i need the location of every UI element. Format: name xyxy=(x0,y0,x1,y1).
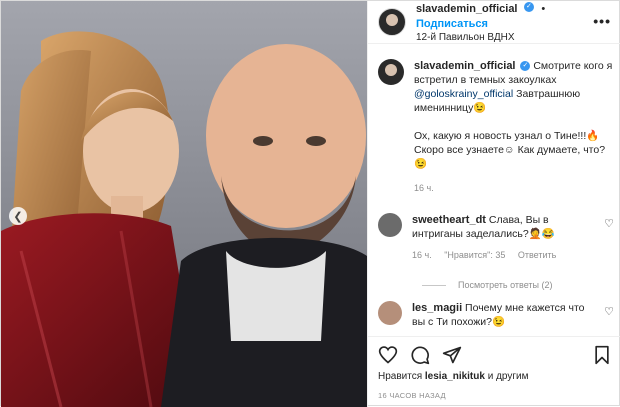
action-bar xyxy=(368,336,620,371)
comment-likes[interactable]: "Нравится": 35 xyxy=(444,250,505,260)
avatar[interactable] xyxy=(378,8,406,36)
post-photo[interactable]: ❮ xyxy=(1,1,367,407)
caption-avatar[interactable] xyxy=(378,59,404,85)
post-timestamp[interactable]: 16 ЧАСОВ НАЗАД xyxy=(378,391,446,400)
comment-heart-icon[interactable]: ♡ xyxy=(604,217,614,230)
likes-prefix: Нравится xyxy=(378,371,425,382)
comment-avatar[interactable] xyxy=(378,213,402,237)
caption-text-5: Как думаете, что? xyxy=(514,144,606,156)
divider xyxy=(422,284,446,286)
caption: slavademin_official ✓ Смотрите кого я вс… xyxy=(378,59,614,195)
caption-text-4: Скоро все узнаете xyxy=(414,144,504,156)
post-sidebar: slavademin_official ✓ • Подписаться 12-й… xyxy=(367,1,620,407)
header-username[interactable]: slavademin_official xyxy=(416,3,518,15)
verified-icon: ✓ xyxy=(520,61,531,72)
view-replies[interactable]: Посмотреть ответы (2) xyxy=(422,280,553,290)
likes-user[interactable]: lesia_nikituk xyxy=(425,371,485,382)
photo-illustration xyxy=(1,1,367,407)
caption-emoji-4: 😉 xyxy=(414,158,428,170)
caption-emoji-2: 🔥 xyxy=(586,130,600,142)
comment-text: sweetheart_dt Слава, Вы в интриганы заде… xyxy=(412,213,587,262)
reply-button[interactable]: Ответить xyxy=(518,250,556,260)
caption-text-3: Ох, какую я новость узнал о Тине!!! xyxy=(414,130,587,142)
comment-2: les_magii Почему мне кажется что вы с Ти… xyxy=(378,301,614,329)
heart-icon[interactable] xyxy=(378,345,398,365)
comment-emoji: 🤦😂 xyxy=(528,228,555,240)
likes-line: Нравится lesia_nikituk и другим xyxy=(378,371,528,382)
comment-avatar[interactable] xyxy=(378,301,402,325)
comment-icon[interactable] xyxy=(410,345,430,365)
separator-dot: • xyxy=(541,2,546,15)
comment-username[interactable]: les_magii xyxy=(412,302,462,314)
share-icon[interactable] xyxy=(442,345,462,365)
view-replies-label[interactable]: Посмотреть ответы (2) xyxy=(458,280,553,290)
comment-emoji: 😉 xyxy=(491,316,506,328)
caption-username[interactable]: slavademin_official xyxy=(414,60,516,72)
bookmark-icon[interactable] xyxy=(592,345,612,365)
comment-heart-icon[interactable]: ♡ xyxy=(604,305,614,318)
comment-1: sweetheart_dt Слава, Вы в интриганы заде… xyxy=(378,213,614,290)
post-header: slavademin_official ✓ • Подписаться 12-й… xyxy=(368,1,620,44)
instagram-post: ❮ slavademin_official ✓ • Подписаться 12… xyxy=(0,0,620,407)
comment-username[interactable]: sweetheart_dt xyxy=(412,214,486,226)
more-icon[interactable]: ••• xyxy=(593,13,611,29)
caption-emoji-3: ☺ xyxy=(503,144,515,156)
follow-button[interactable]: Подписаться xyxy=(416,18,488,30)
comment-time[interactable]: 16 ч. xyxy=(412,250,432,260)
header-text: slavademin_official ✓ • Подписаться 12-й… xyxy=(416,1,611,44)
caption-emoji-1: 😉 xyxy=(473,102,487,114)
location-link[interactable]: 12-й Павильон ВДНХ xyxy=(416,31,611,44)
carousel-prev-icon[interactable]: ❮ xyxy=(9,207,27,225)
mention-link[interactable]: @goloskrainy_official xyxy=(414,88,513,100)
comment-meta: 16 ч. "Нравится": 35 Ответить xyxy=(412,248,587,262)
caption-text: slavademin_official ✓ Смотрите кого я вс… xyxy=(414,59,614,195)
verified-icon: ✓ xyxy=(523,2,534,13)
comment-text: les_magii Почему мне кажется что вы с Ти… xyxy=(412,301,587,329)
caption-time[interactable]: 16 ч. xyxy=(414,181,614,195)
likes-suffix[interactable]: и другим xyxy=(485,371,529,382)
